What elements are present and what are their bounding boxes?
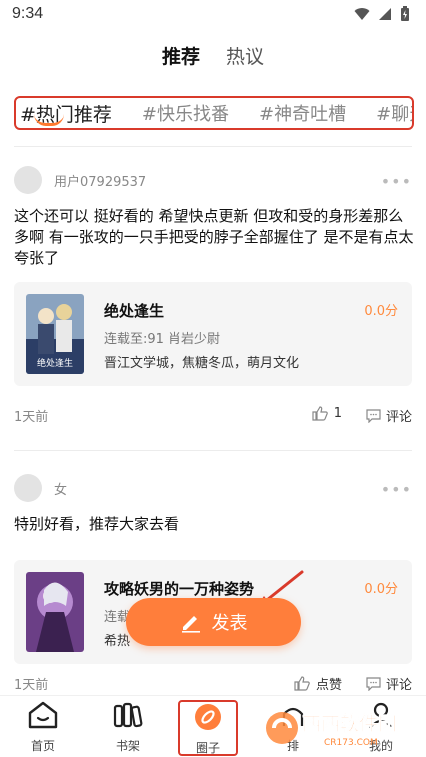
- like-count: 1: [333, 406, 342, 421]
- tab-recommend[interactable]: 推荐: [159, 42, 203, 74]
- comment-icon: [366, 408, 381, 423]
- tag-chat[interactable]: #聊天: [376, 100, 412, 126]
- status-icons: [354, 6, 410, 22]
- wifi-icon: [354, 8, 370, 20]
- signal-icon: [379, 8, 391, 20]
- publish-button[interactable]: 发表: [126, 598, 301, 646]
- book-cover: [26, 572, 84, 652]
- book-cover: 绝处逢生: [26, 294, 84, 374]
- cover-title: 绝处逢生: [37, 357, 73, 369]
- thumbs-up-icon: [294, 676, 310, 691]
- comment-label: 评论: [385, 410, 412, 425]
- nav-label: 我的: [368, 739, 393, 753]
- top-tabs: 推荐 热议: [0, 42, 426, 74]
- rank-icon: [282, 707, 304, 726]
- book-tags: 晋江文学城，焦糖冬瓜，萌月文化: [104, 356, 300, 371]
- bookshelf-icon: [113, 702, 143, 728]
- profile-icon: [369, 702, 393, 729]
- more-options-icon[interactable]: •••: [381, 480, 412, 499]
- book-score: 0.0分: [364, 304, 398, 319]
- post-text: 这个还可以 挺好看的 希望快点更新 但攻和受的身形差那么多啊 有一张攻的一只手把…: [14, 207, 414, 267]
- book-latest-chapter: 连载至:91 肖岩少尉: [104, 332, 221, 347]
- post-time: 1天前: [14, 678, 49, 693]
- book-score: 0.0分: [364, 582, 398, 597]
- tab-hot-discussion[interactable]: 热议: [224, 42, 266, 74]
- post-time: 1天前: [14, 410, 49, 425]
- post-footer: 1天前 1 评论: [14, 406, 412, 426]
- like-label: 点赞: [315, 678, 342, 693]
- nav-circle[interactable]: 圈子: [178, 700, 238, 756]
- home-icon: [28, 701, 58, 729]
- like-button[interactable]: 1: [312, 406, 342, 421]
- book-tags: 希热: [104, 634, 131, 649]
- like-button[interactable]: 点赞: [294, 674, 342, 693]
- topic-tag-row: #热门推荐 #快乐找番 #神奇吐槽 #聊天: [14, 96, 414, 130]
- publish-label: 发表: [211, 613, 248, 634]
- divider: [14, 450, 412, 451]
- post-card[interactable]: 女 ••• 特别好看，推荐大家去看 攻略妖男的一万种姿势 连载至 希热 0.0分…: [0, 474, 426, 694]
- tag-happy-find[interactable]: #快乐找番: [142, 100, 229, 126]
- battery-icon: [401, 6, 409, 21]
- avatar[interactable]: [14, 166, 42, 194]
- nav-label: 首页: [30, 739, 55, 753]
- nav-home[interactable]: 首页: [8, 700, 78, 756]
- divider: [14, 146, 412, 147]
- username[interactable]: 女: [54, 479, 67, 498]
- post-text: 特别好看，推荐大家去看: [14, 515, 180, 533]
- nav-profile[interactable]: 我的: [346, 700, 416, 756]
- status-time: 9:34: [12, 5, 44, 22]
- comment-icon: [366, 676, 381, 691]
- more-options-icon[interactable]: •••: [381, 172, 412, 191]
- nav-label: 圈子: [195, 741, 220, 755]
- tag-hot-recommend[interactable]: #热门推荐: [20, 100, 112, 127]
- compass-icon: [195, 704, 221, 730]
- bottom-navigation: 首页 书架 圈子 排 我的: [0, 695, 426, 757]
- book-title[interactable]: 绝处逢生: [104, 300, 164, 321]
- post-footer: 1天前 点赞 评论: [14, 674, 412, 694]
- book-card[interactable]: 绝处逢生 绝处逢生 连载至:91 肖岩少尉 晋江文学城，焦糖冬瓜，萌月文化 0.…: [14, 282, 412, 386]
- nav-label: 书架: [115, 739, 140, 753]
- nav-rank[interactable]: 排: [258, 700, 328, 756]
- post-card[interactable]: 用户07929537 ••• 这个还可以 挺好看的 希望快点更新 但攻和受的身形…: [0, 166, 426, 436]
- thumbs-up-icon: [312, 406, 328, 421]
- username[interactable]: 用户07929537: [54, 171, 146, 190]
- avatar[interactable]: [14, 474, 42, 502]
- comment-label: 评论: [385, 678, 412, 693]
- tag-funny-rant[interactable]: #神奇吐槽: [259, 100, 346, 126]
- book-title[interactable]: 攻略妖男的一万种姿势: [104, 578, 254, 599]
- comment-button[interactable]: 评论: [366, 674, 412, 693]
- comment-button[interactable]: 评论: [366, 406, 412, 425]
- nav-label: 排: [286, 739, 299, 753]
- pencil-icon: [181, 616, 200, 633]
- nav-bookshelf[interactable]: 书架: [93, 700, 163, 756]
- status-bar: 9:34: [0, 0, 426, 30]
